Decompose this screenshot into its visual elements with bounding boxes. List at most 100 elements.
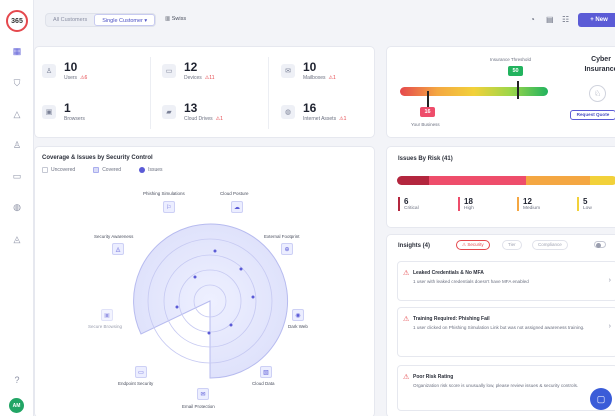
your-business-label: Your Business [411, 122, 440, 127]
business-value-badge: 16 [420, 107, 435, 117]
threshold-marker [517, 81, 519, 99]
insight-item[interactable]: ⚠ Training Required: Phishing Fail 1 use… [397, 307, 615, 357]
risk-critical[interactable]: 6 Critical [398, 197, 419, 211]
bell-icon[interactable]: ◔ [530, 15, 535, 24]
risk-bar-low[interactable] [590, 176, 615, 185]
coverage-radar-chart [133, 223, 289, 379]
issue-dot [207, 331, 211, 335]
phishing-simulations-icon[interactable]: ⚐ [163, 201, 175, 213]
issues-by-risk-title: Issues By Risk (41) [398, 156, 453, 162]
external-footprint-icon[interactable]: ⊕ [281, 243, 293, 255]
risk-medium[interactable]: 12 Medium [517, 197, 540, 211]
stat-cloud-drives[interactable]: ▰ 13 Cloud Drives ⚠1 [162, 102, 223, 122]
stat-browsers[interactable]: ▣ 1 Browsers [42, 102, 85, 122]
endpoint-security-icon[interactable]: ▭ [135, 366, 147, 378]
warning-icon[interactable]: △ [11, 108, 23, 120]
filter-security[interactable]: ⚠ Security [456, 240, 490, 250]
new-button[interactable]: + New [578, 13, 615, 27]
insight-item[interactable]: ⚠ Leaked Credentials & No MFA 1 user wit… [397, 261, 615, 301]
team-icon[interactable]: ☷ [562, 15, 569, 24]
tab-all-customers[interactable]: All Customers [46, 14, 94, 26]
tab-single-customer[interactable]: Single Customer ▾ [94, 14, 156, 26]
divider [150, 57, 151, 129]
chevron-right-icon[interactable]: › [609, 277, 611, 284]
divider [268, 57, 269, 129]
user-icon[interactable]: ♙ [11, 139, 23, 151]
insights-card: Insights (4) ⚠ Leaked Credentials & No M… [386, 234, 615, 416]
issue-dot [229, 323, 233, 327]
chevron-right-icon[interactable]: › [609, 323, 611, 330]
stat-devices[interactable]: ▭ 12 Devices ⚠11 [162, 61, 214, 81]
label-security-awareness: Security Awareness [94, 234, 134, 239]
warning-icon: ⚠ [462, 242, 467, 247]
risk-bar-critical[interactable] [397, 176, 430, 185]
issue-dot [175, 305, 179, 309]
filter-tier[interactable]: Tier [502, 240, 522, 250]
user-icon: ♙ [42, 64, 56, 78]
globe-icon: ◍ [281, 105, 295, 119]
document-icon[interactable]: ▤ [546, 15, 554, 24]
plus-icon: + [590, 17, 594, 23]
label-external-footprint: External Footprint [264, 234, 300, 239]
label-cloud-data: Cloud Data [252, 381, 275, 386]
security-awareness-icon[interactable]: ◬ [112, 243, 124, 255]
stat-internet-assets[interactable]: ◍ 16 Internet Assets ⚠1 [281, 102, 346, 122]
cloud-posture-icon[interactable]: ☁ [231, 201, 243, 213]
alert-count: ⚠1 [328, 75, 336, 81]
cloud-data-icon[interactable]: ▧ [260, 366, 272, 378]
cyber-insurance-card: Insurance Threshold 50 16 Your Business … [386, 46, 615, 138]
app-logo[interactable]: 365 [6, 10, 28, 32]
issue-dot [213, 249, 217, 253]
org-selector[interactable]: ▥ Swiss [165, 16, 186, 22]
threshold-value-badge: 50 [508, 66, 523, 76]
insurance-badge-icon: ♘ [589, 85, 606, 102]
label-email-protection: Email Protection [182, 404, 215, 409]
stat-users[interactable]: ♙ 10 Users ⚠6 [42, 61, 87, 81]
radar-covered-area [133, 223, 289, 379]
insight-item[interactable]: ⚠ Poor Risk Rating Organization risk sco… [397, 365, 615, 411]
browser-icon: ▣ [42, 105, 56, 119]
stat-mailboxes[interactable]: ✉ 10 Mailboxes ⚠1 [281, 61, 336, 81]
label-secure-browsing: Secure Browsing [88, 324, 123, 329]
sidebar: 365 ▦ ⛉ △ ♙ ▭ ◍ ◬ ? AM [0, 0, 34, 416]
warning-icon: ⚠ [403, 316, 410, 323]
alert-count: ⚠1 [215, 116, 223, 122]
chat-support-button[interactable]: ▢ [590, 388, 612, 410]
label-phishing-simulations: Phishing Simulations [143, 191, 185, 196]
customer-scope-toggle: All Customers Single Customer ▾ [45, 13, 157, 27]
label-dark-web: Dark Web [288, 324, 308, 329]
folder-icon: ▰ [162, 105, 176, 119]
asset-stats-card: ♙ 10 Users ⚠6 ▭ 12 Devices ⚠11 ✉ 10 Mailbo… [34, 46, 375, 138]
insurance-score-bar [400, 87, 548, 96]
label-cloud-posture: Cloud Posture [220, 191, 249, 196]
label-endpoint-security: Endpoint Security [118, 381, 154, 386]
issue-dot [239, 267, 243, 271]
user-avatar[interactable]: AM [9, 398, 24, 413]
topbar: All Customers Single Customer ▾ ▥ Swiss … [34, 0, 615, 40]
secure-browsing-icon[interactable]: ▣ [101, 309, 113, 321]
risk-low[interactable]: 5 Low [577, 197, 592, 211]
filter-compliance[interactable]: Compliance [532, 240, 568, 250]
request-quote-button[interactable]: Request Quote [570, 110, 615, 120]
warning-icon: ⚠ [403, 374, 410, 381]
insights-toggle[interactable] [594, 241, 606, 248]
shield-icon[interactable]: ⛉ [11, 77, 23, 89]
risk-bar-medium[interactable] [525, 176, 591, 185]
insights-title: Insights (4) [398, 243, 431, 249]
warning-icon: ⚠ [403, 270, 410, 277]
help-icon[interactable]: ? [11, 374, 23, 386]
monitor-icon: ▭ [162, 64, 176, 78]
monitor-icon[interactable]: ▭ [11, 170, 23, 182]
globe-icon[interactable]: ◍ [11, 201, 23, 213]
alert-count: ⚠1 [339, 116, 347, 122]
issue-dot [251, 295, 255, 299]
insurance-threshold-label: Insurance Threshold [490, 57, 531, 62]
dark-web-icon[interactable]: ◉ [292, 309, 304, 321]
graduation-cap-icon[interactable]: ◬ [11, 233, 23, 245]
email-protection-icon[interactable]: ✉ [197, 388, 209, 400]
dashboard-icon[interactable]: ▦ [11, 45, 23, 57]
risk-high[interactable]: 18 High [458, 197, 474, 211]
issue-dot [193, 275, 197, 279]
chat-icon: ▢ [596, 393, 606, 404]
risk-bar-high[interactable] [429, 176, 526, 185]
